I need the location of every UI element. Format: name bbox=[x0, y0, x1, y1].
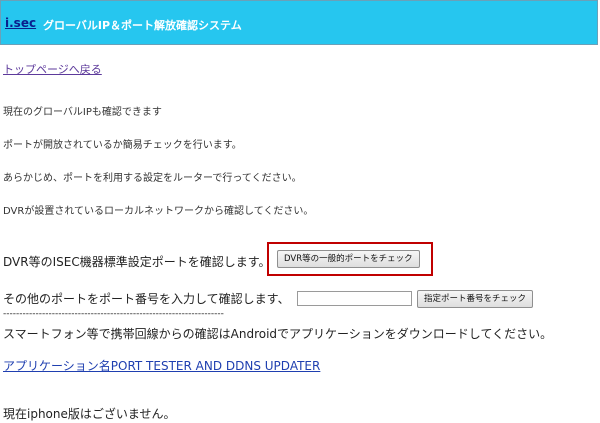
check-specified-port-button[interactable]: 指定ポート番号をチェック bbox=[417, 290, 534, 308]
smartphone-note: スマートフォン等で携帯回線からの確認はAndroidでアプリケーションをダウンロ… bbox=[3, 327, 553, 341]
intro-line-local-network: DVRが設置されているローカルネットワークから確認してください。 bbox=[3, 206, 314, 217]
page-title: グローバルIP＆ポート解放確認システム bbox=[43, 19, 242, 32]
iphone-note: 現在iphone版はございません。 bbox=[3, 407, 176, 421]
app-download-link[interactable]: アプリケーション名PORT TESTER AND DDNS UPDATER bbox=[3, 357, 320, 374]
top-page-link[interactable]: トップページへ戻る bbox=[3, 61, 102, 77]
dvr-port-label: DVR等のISEC機器標準設定ポートを確認します。 bbox=[3, 255, 271, 269]
intro-line-router-setup: あらかじめ、ポートを利用する設定をルーターで行ってください。 bbox=[3, 173, 302, 184]
divider: ----------------------------------------… bbox=[3, 309, 224, 319]
header-bar: i.sec グローバルIP＆ポート解放確認システム bbox=[0, 0, 598, 45]
page: i.sec グローバルIP＆ポート解放確認システム トップページへ戻る 現在のグ… bbox=[0, 0, 600, 423]
intro-line-global-ip: 現在のグローバルIPも確認できます bbox=[3, 107, 162, 118]
check-dvr-ports-button[interactable]: DVR等の一般的ポートをチェック bbox=[277, 250, 420, 268]
intro-line-port-check: ポートが開放されているか簡易チェックを行います。 bbox=[3, 140, 242, 151]
port-number-input[interactable] bbox=[297, 291, 412, 306]
custom-port-label: その他のポートをポート番号を入力して確認します、 bbox=[3, 292, 290, 306]
brand-link[interactable]: i.sec bbox=[5, 16, 36, 30]
